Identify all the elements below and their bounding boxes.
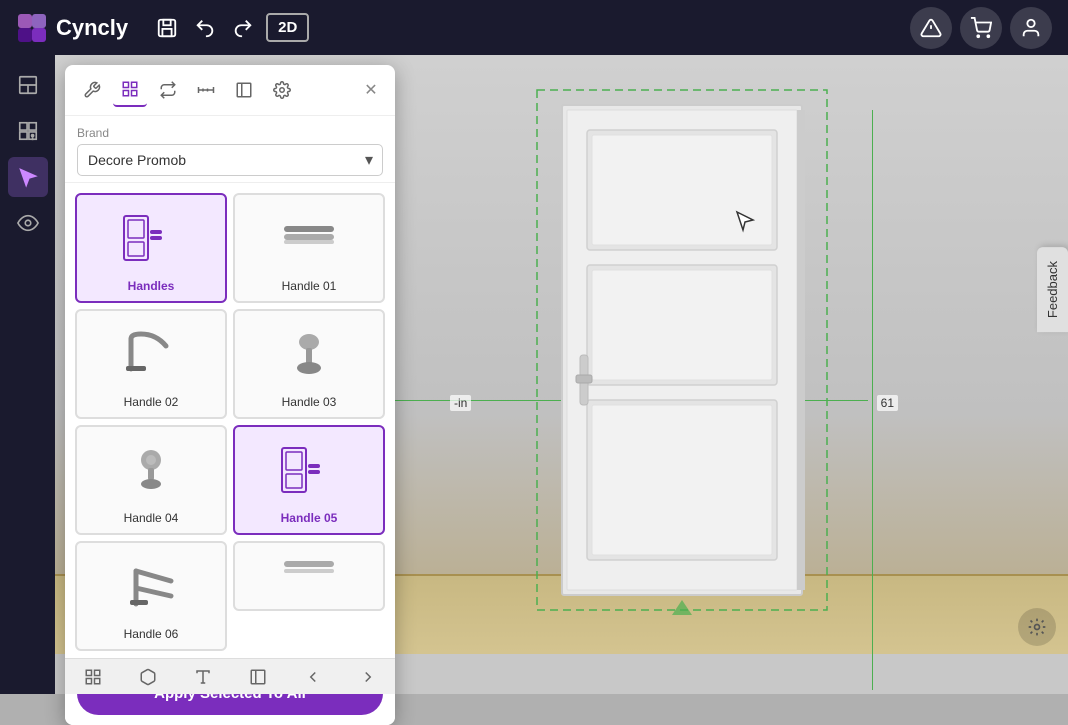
chevron-right-icon [359,668,377,686]
brand-select-wrapper[interactable]: Decore Promob Brand 2 Brand 3 [77,144,383,176]
sidebar-item-floorplan[interactable] [8,65,48,105]
save-icon [156,17,178,39]
handle04-icon [111,435,191,505]
handle06-label: Handle 06 [124,627,179,641]
handle03-icon [269,319,349,389]
list-item[interactable]: Handle 03 [233,309,385,419]
list-item[interactable]: Handle 06 [75,541,227,651]
panel-tab-measure[interactable] [189,73,223,107]
panel-bottom-bar [65,658,395,694]
left-sidebar [0,55,55,694]
swap-icon [159,81,177,99]
handle06-icon [111,551,191,621]
list-item[interactable]: Handle 04 [75,425,227,535]
cart-icon [970,17,992,39]
grid-icon [84,668,102,686]
list-item[interactable]: Handle 05 [233,425,385,535]
cyncly-logo-icon [16,12,48,44]
catalog-tab-icon [121,80,139,98]
brand-section: Brand Decore Promob Brand 2 Brand 3 [65,116,395,183]
handle07-icon [269,551,349,591]
chevron-left-icon [304,668,322,686]
handle05-label: Handle 05 [281,511,338,525]
settings-bottom-right-button[interactable] [1018,608,1056,646]
list-item[interactable]: Handle 02 [75,309,227,419]
handle01-label: Handle 01 [282,279,337,293]
panel-tab-tools[interactable] [75,73,109,107]
alert-button[interactable] [910,7,952,49]
handle02-icon [111,319,191,389]
handle-category-label: Handles [128,279,175,293]
panel-close-button[interactable]: ✕ [357,76,385,104]
brand-select[interactable]: Decore Promob Brand 2 Brand 3 [77,144,383,176]
undo-icon [194,17,216,39]
undo-button[interactable] [186,9,224,47]
top-toolbar: Cyncly 2D [0,0,1068,55]
panel-bottom-btn-4[interactable] [243,662,273,692]
panel: ✕ Brand Decore Promob Brand 2 Brand 3 [65,65,395,725]
panel-header: ✕ [65,65,395,116]
panel-bottom-btn-6[interactable] [353,662,383,692]
panel-tab-settings[interactable] [265,73,299,107]
panel-tab-panels[interactable] [227,73,261,107]
sidebar-item-view[interactable] [8,203,48,243]
brand-label: Brand [77,126,383,140]
panel-tab-catalog[interactable] [113,73,147,107]
floor-plan-icon [17,74,39,96]
save-button[interactable] [148,9,186,47]
panel-bottom-btn-5[interactable] [298,662,328,692]
eye-icon [17,212,39,234]
items-grid: Handles Handle 01 [65,183,395,661]
cursor [735,210,755,239]
text-icon [194,668,212,686]
panels-icon [235,81,253,99]
catalog-icon [17,120,39,142]
feedback-tab[interactable]: Feedback [1037,247,1068,332]
panel-bottom-btn-3[interactable] [188,662,218,692]
panel-bottom-btn-1[interactable] [78,662,108,692]
sidebar-item-cursor[interactable] [8,157,48,197]
handle02-label: Handle 02 [124,395,179,409]
handle-category-icon [111,203,191,273]
box-icon [139,668,157,686]
alert-icon [920,17,942,39]
settings-bottom-icon [1027,617,1047,637]
user-icon [1020,17,1042,39]
door-svg [532,85,832,625]
2d-mode-button[interactable]: 2D [266,13,309,42]
list-item[interactable] [233,541,385,611]
handle01-icon [269,203,349,273]
redo-icon [232,17,254,39]
panels-bottom-icon [249,668,267,686]
tools-icon [83,81,101,99]
panel-tab-swap[interactable] [151,73,185,107]
logo: Cyncly [16,12,128,44]
settings-icon [273,81,291,99]
handle04-label: Handle 04 [124,511,179,525]
app-name: Cyncly [56,15,128,41]
top-right-buttons [910,7,1052,49]
handle05-icon [269,435,349,505]
handle03-label: Handle 03 [282,395,337,409]
measure-icon [197,81,215,99]
redo-button[interactable] [224,9,262,47]
panel-bottom-btn-2[interactable] [133,662,163,692]
cart-button[interactable] [960,7,1002,49]
list-item[interactable]: Handles [75,193,227,303]
user-button[interactable] [1010,7,1052,49]
cursor-icon [17,166,39,188]
list-item[interactable]: Handle 01 [233,193,385,303]
sidebar-item-catalog[interactable] [8,111,48,151]
